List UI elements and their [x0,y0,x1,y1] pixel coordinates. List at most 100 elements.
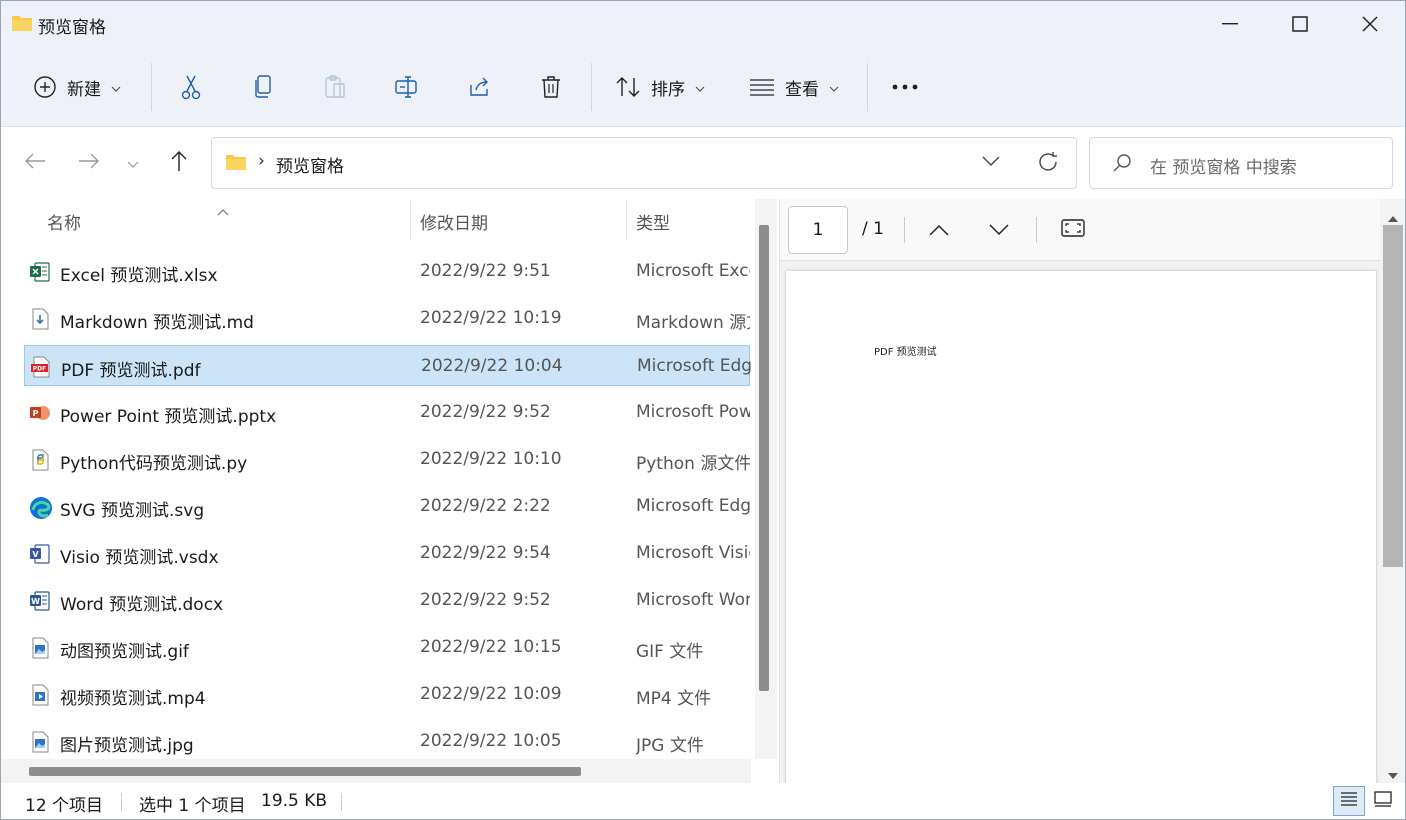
chevron-down-icon [695,77,705,97]
column-header-type[interactable]: 类型 [636,199,670,243]
column-header-date[interactable]: 修改日期 [420,199,488,243]
scroll-down-icon[interactable] [1388,765,1398,784]
powerpoint-icon: P [29,402,51,424]
folder-icon [11,13,33,37]
paste-button[interactable] [317,69,353,105]
forward-button[interactable] [73,147,105,179]
clipboard-icon [317,69,353,105]
share-icon [461,69,497,105]
address-dropdown-button[interactable] [982,152,1000,171]
file-name: 视频预览测试.mp4 [60,689,206,709]
new-button[interactable]: 新建 [31,69,121,105]
address-bar[interactable]: › 预览窗格 [211,137,1077,189]
chevron-down-icon [127,154,139,173]
arrow-up-icon [169,150,189,176]
svg-text:W: W [31,597,40,606]
share-button[interactable] [461,69,497,105]
back-button[interactable] [19,147,51,179]
file-date: 2022/9/22 10:19 [420,308,562,328]
rename-icon [389,69,425,105]
sort-icon [613,69,643,105]
pdf-toolbar: 1 / 1 [780,199,1380,261]
search-input[interactable]: 在 预览窗格 中搜索 [1150,153,1297,178]
copy-button[interactable] [245,69,281,105]
sort-button[interactable]: 排序 [613,69,705,105]
python-file-icon [29,449,51,471]
large-icons-view-button[interactable] [1367,786,1399,816]
file-row[interactable]: P Power Point 预览测试.pptx 2022/9/22 9:52 Micr… [24,392,750,433]
file-list-scrollbar[interactable] [755,199,777,759]
pdf-icon: PDF [30,356,52,378]
minimize-button[interactable] [1195,1,1265,47]
svg-text:PDF: PDF [33,366,46,373]
image-file-icon [29,637,51,659]
next-page-button[interactable] [984,215,1014,245]
svg-text:P: P [33,409,39,418]
rename-button[interactable] [389,69,425,105]
page-total: / 1 [862,219,884,239]
file-type: Microsoft Excel [636,261,750,281]
file-type: Microsoft Edge [637,356,751,376]
pdf-page: PDF 预览测试 [786,271,1376,791]
folder-icon [224,152,248,176]
title-bar: 预览窗格 [1,1,1405,47]
view-button-label: 查看 [785,79,819,100]
new-button-label: 新建 [67,79,101,100]
file-type: GIF 文件 [636,642,704,662]
scrollbar-thumb[interactable] [1383,225,1403,567]
navigation-bar: › 预览窗格 在 预览窗格 中搜索 [1,127,1405,199]
file-row[interactable]: 图片预览测试.jpg 2022/9/22 10:05 JPG 文件 [24,721,750,762]
search-icon [1112,153,1132,177]
sort-button-label: 排序 [651,79,685,100]
window-title: 预览窗格 [38,18,106,38]
more-options-button[interactable] [887,69,923,105]
file-row[interactable]: SVG 预览测试.svg 2022/9/22 2:22 Microsoft Edge [24,486,750,527]
preview-scrollbar[interactable] [1381,199,1405,783]
previous-page-button[interactable] [924,215,954,245]
close-button[interactable] [1335,1,1405,47]
file-row[interactable]: Python代码预览测试.py 2022/9/22 10:10 Python 源文件 [24,439,750,480]
column-header-name[interactable]: 名称 [47,199,81,243]
file-name: Markdown 预览测试.md [60,313,254,333]
recent-locations-button[interactable] [117,147,149,179]
list-view-icon [747,69,777,105]
file-name: Python代码预览测试.py [60,454,248,474]
file-type: JPG 文件 [636,736,704,756]
file-type: Microsoft Visio [636,543,750,563]
maximize-button[interactable] [1265,1,1335,47]
file-row[interactable]: 视频预览测试.mp4 2022/9/22 10:09 MP4 文件 [24,674,750,715]
status-bar: 12 个项目 选中 1 个项目 19.5 KB [1,783,1405,819]
svg-text:V: V [32,550,39,559]
arrow-left-icon [24,152,46,174]
breadcrumb-item[interactable]: 预览窗格 [276,152,344,177]
copy-icon [245,69,281,105]
file-row[interactable]: Markdown 预览测试.md 2022/9/22 10:19 Markdown … [24,298,750,339]
details-view-button[interactable] [1333,786,1365,816]
file-row[interactable]: W Word 预览测试.docx 2022/9/22 9:52 Microsoft W… [24,580,750,621]
pdf-content-text: PDF 预览测试 [874,347,937,358]
page-number-input[interactable]: 1 [788,206,848,254]
file-name: SVG 预览测试.svg [60,501,205,521]
up-button[interactable] [163,147,195,179]
fit-page-button[interactable] [1058,215,1088,245]
visio-icon: V [29,543,51,565]
file-date: 2022/9/22 2:22 [420,496,551,516]
file-row[interactable]: Excel 预览测试.xlsx 2022/9/22 9:51 Microsoft E… [24,251,750,292]
file-row[interactable]: 动图预览测试.gif 2022/9/22 10:15 GIF 文件 [24,627,750,668]
search-box[interactable]: 在 预览窗格 中搜索 [1089,137,1393,189]
file-row[interactable]: V Visio 预览测试.vsdx 2022/9/22 9:54 Microsoft … [24,533,750,574]
delete-button[interactable] [533,69,569,105]
scrollbar-thumb[interactable] [759,225,769,691]
scroll-up-icon[interactable] [1388,207,1398,226]
markdown-file-icon [29,308,51,330]
file-date: 2022/9/22 10:15 [420,637,562,657]
file-type: MP4 文件 [636,689,712,709]
file-name: Word 预览测试.docx [60,595,224,615]
file-row[interactable]: PDF PDF 预览测试.pdf 2022/9/22 10:04 Microsoft … [24,345,751,386]
scrollbar-thumb[interactable] [29,767,581,776]
refresh-button[interactable] [1036,150,1060,178]
cut-button[interactable] [173,69,209,105]
more-icon [887,69,923,105]
file-list-horizontal-scrollbar[interactable] [1,759,751,783]
view-button[interactable]: 查看 [747,69,839,105]
